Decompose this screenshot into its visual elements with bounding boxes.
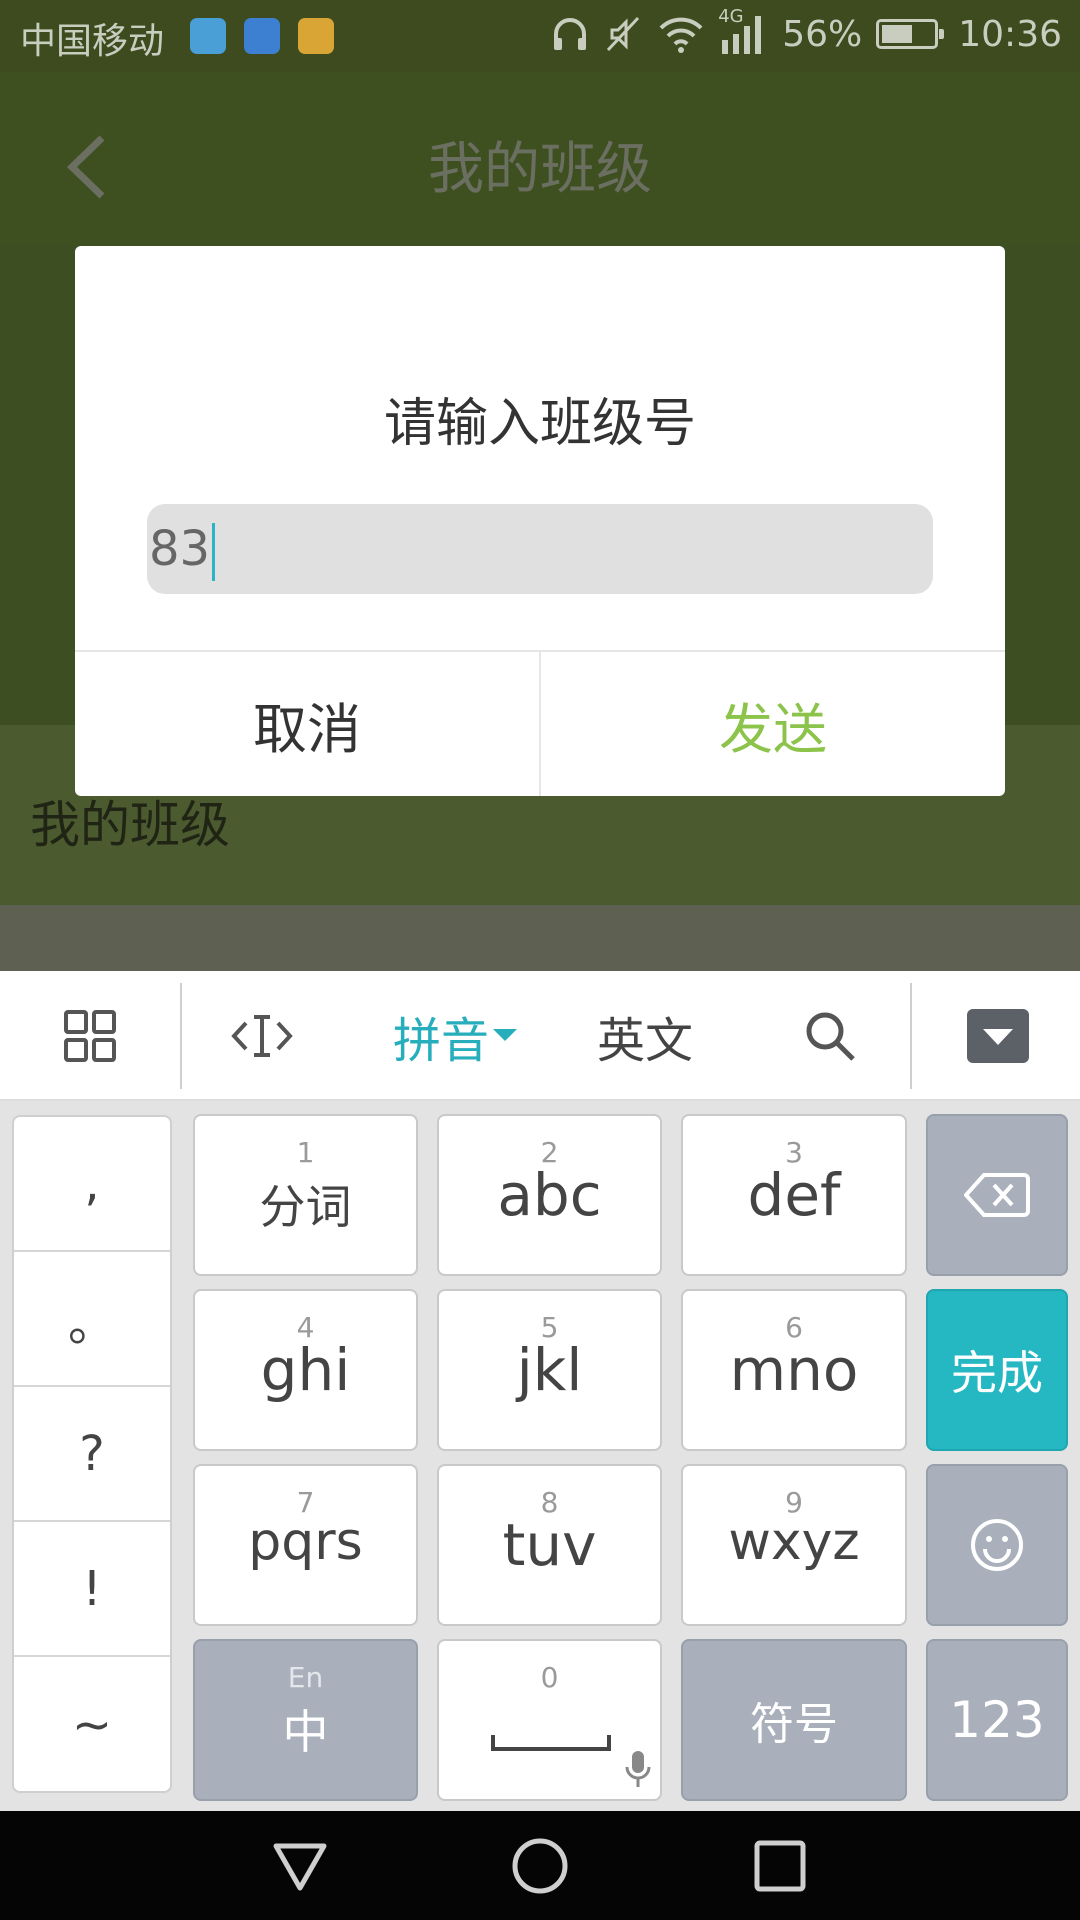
list-divider	[0, 905, 1080, 971]
dialog-title: 请输入班级号	[383, 394, 696, 454]
key-8[interactable]: 8 tuv	[437, 1464, 662, 1626]
key-7[interactable]: 7 pqrs	[193, 1464, 418, 1626]
toolbar-divider	[910, 983, 912, 1089]
key-5[interactable]: 5 jkl	[437, 1289, 662, 1451]
health-app-icon	[244, 18, 280, 54]
backspace-key[interactable]	[926, 1114, 1068, 1276]
grid-menu-icon[interactable]	[40, 971, 140, 1101]
key-label: abc	[497, 1161, 602, 1229]
space-bar-icon	[491, 1735, 611, 1751]
page-title: 我的班级	[428, 137, 652, 202]
key-label: jkl	[516, 1336, 583, 1404]
backspace-icon	[964, 1173, 1030, 1217]
pinyin-mode-tab[interactable]: 拼音	[380, 971, 530, 1101]
text-cursor	[212, 523, 216, 581]
key-6[interactable]: 6 mno	[681, 1289, 907, 1451]
wifi-icon	[659, 17, 703, 53]
mute-icon	[607, 16, 640, 52]
english-mode-tab[interactable]: 英文	[580, 971, 710, 1101]
key-label: tuv	[502, 1511, 597, 1579]
key-1[interactable]: 1 分词	[193, 1114, 418, 1276]
key-label: 分词	[259, 1180, 352, 1234]
key-label: wxyz	[728, 1512, 860, 1572]
keyboard: , 。 ? ! ~ 1 分词 2 abc 3 def 4 ghi 5 jkl 6…	[0, 1101, 1080, 1811]
microphone-icon	[625, 1751, 651, 1787]
clock: 10:36	[958, 13, 1062, 55]
carrier-name: 中国移动	[20, 21, 165, 62]
punctuation-column: , 。 ? ! ~	[12, 1115, 172, 1793]
dialog-buttons: 取消 发送	[75, 650, 1005, 796]
key-label: def	[747, 1161, 841, 1229]
keyboard-toolbar: 拼音 英文	[0, 971, 1080, 1101]
send-button[interactable]: 发送	[541, 652, 1005, 796]
app-toolbar: 我的班级	[0, 72, 1080, 244]
key-label: mno	[729, 1336, 859, 1404]
dropdown-arrow-icon	[493, 1029, 517, 1041]
recents-square-icon[interactable]	[750, 1836, 810, 1896]
numbers-label: 123	[949, 1691, 1045, 1749]
signal-indicator: 4G	[718, 6, 768, 56]
battery-percent: 56%	[782, 13, 863, 55]
done-key[interactable]: 完成	[926, 1289, 1068, 1451]
key-label: ghi	[260, 1336, 351, 1404]
toolbar-divider	[180, 983, 182, 1089]
punct-key[interactable]: ~	[14, 1657, 170, 1792]
punct-key[interactable]: 。	[14, 1252, 170, 1387]
search-icon[interactable]	[780, 971, 880, 1101]
browser-app-icon	[190, 18, 226, 54]
punct-key[interactable]: ,	[14, 1117, 170, 1252]
back-triangle-icon[interactable]	[270, 1836, 330, 1896]
status-bar: 中国移动 4G 56% 10:36	[0, 0, 1080, 72]
punct-key[interactable]: ?	[14, 1387, 170, 1522]
key-4[interactable]: 4 ghi	[193, 1289, 418, 1451]
lang-main-label: 中	[282, 1705, 329, 1759]
key-number: 1	[296, 1136, 315, 1169]
hide-keyboard-icon[interactable]	[950, 971, 1046, 1101]
punct-key[interactable]: !	[14, 1522, 170, 1657]
battery-icon	[876, 19, 945, 49]
done-label: 完成	[951, 1346, 1043, 1400]
class-number-input[interactable]: 83	[147, 504, 933, 594]
input-value: 83	[149, 521, 211, 577]
key-number: 0	[540, 1661, 559, 1694]
key-label: pqrs	[248, 1512, 363, 1572]
class-number-dialog: 请输入班级号 83 取消 发送	[75, 246, 1005, 796]
language-switch-key[interactable]: En 中	[193, 1639, 418, 1801]
emoji-key[interactable]	[926, 1464, 1068, 1626]
emoji-icon	[971, 1519, 1023, 1571]
numbers-key[interactable]: 123	[926, 1639, 1068, 1801]
home-circle-icon[interactable]	[510, 1836, 570, 1896]
symbols-label: 符号	[750, 1699, 838, 1750]
navigation-bar	[0, 1811, 1080, 1920]
key-3[interactable]: 3 def	[681, 1114, 907, 1276]
signal-icon	[722, 16, 762, 54]
cursor-move-icon[interactable]	[212, 971, 312, 1101]
space-key[interactable]: 0	[437, 1639, 662, 1801]
key-2[interactable]: 2 abc	[437, 1114, 662, 1276]
symbols-key[interactable]: 符号	[681, 1639, 907, 1801]
key-9[interactable]: 9 wxyz	[681, 1464, 907, 1626]
headphones-icon	[554, 18, 587, 50]
cancel-button[interactable]: 取消	[75, 652, 541, 796]
keyboard-app-icon	[298, 18, 334, 54]
lang-small-label: En	[287, 1661, 324, 1694]
pinyin-label: 拼音	[392, 1013, 489, 1069]
